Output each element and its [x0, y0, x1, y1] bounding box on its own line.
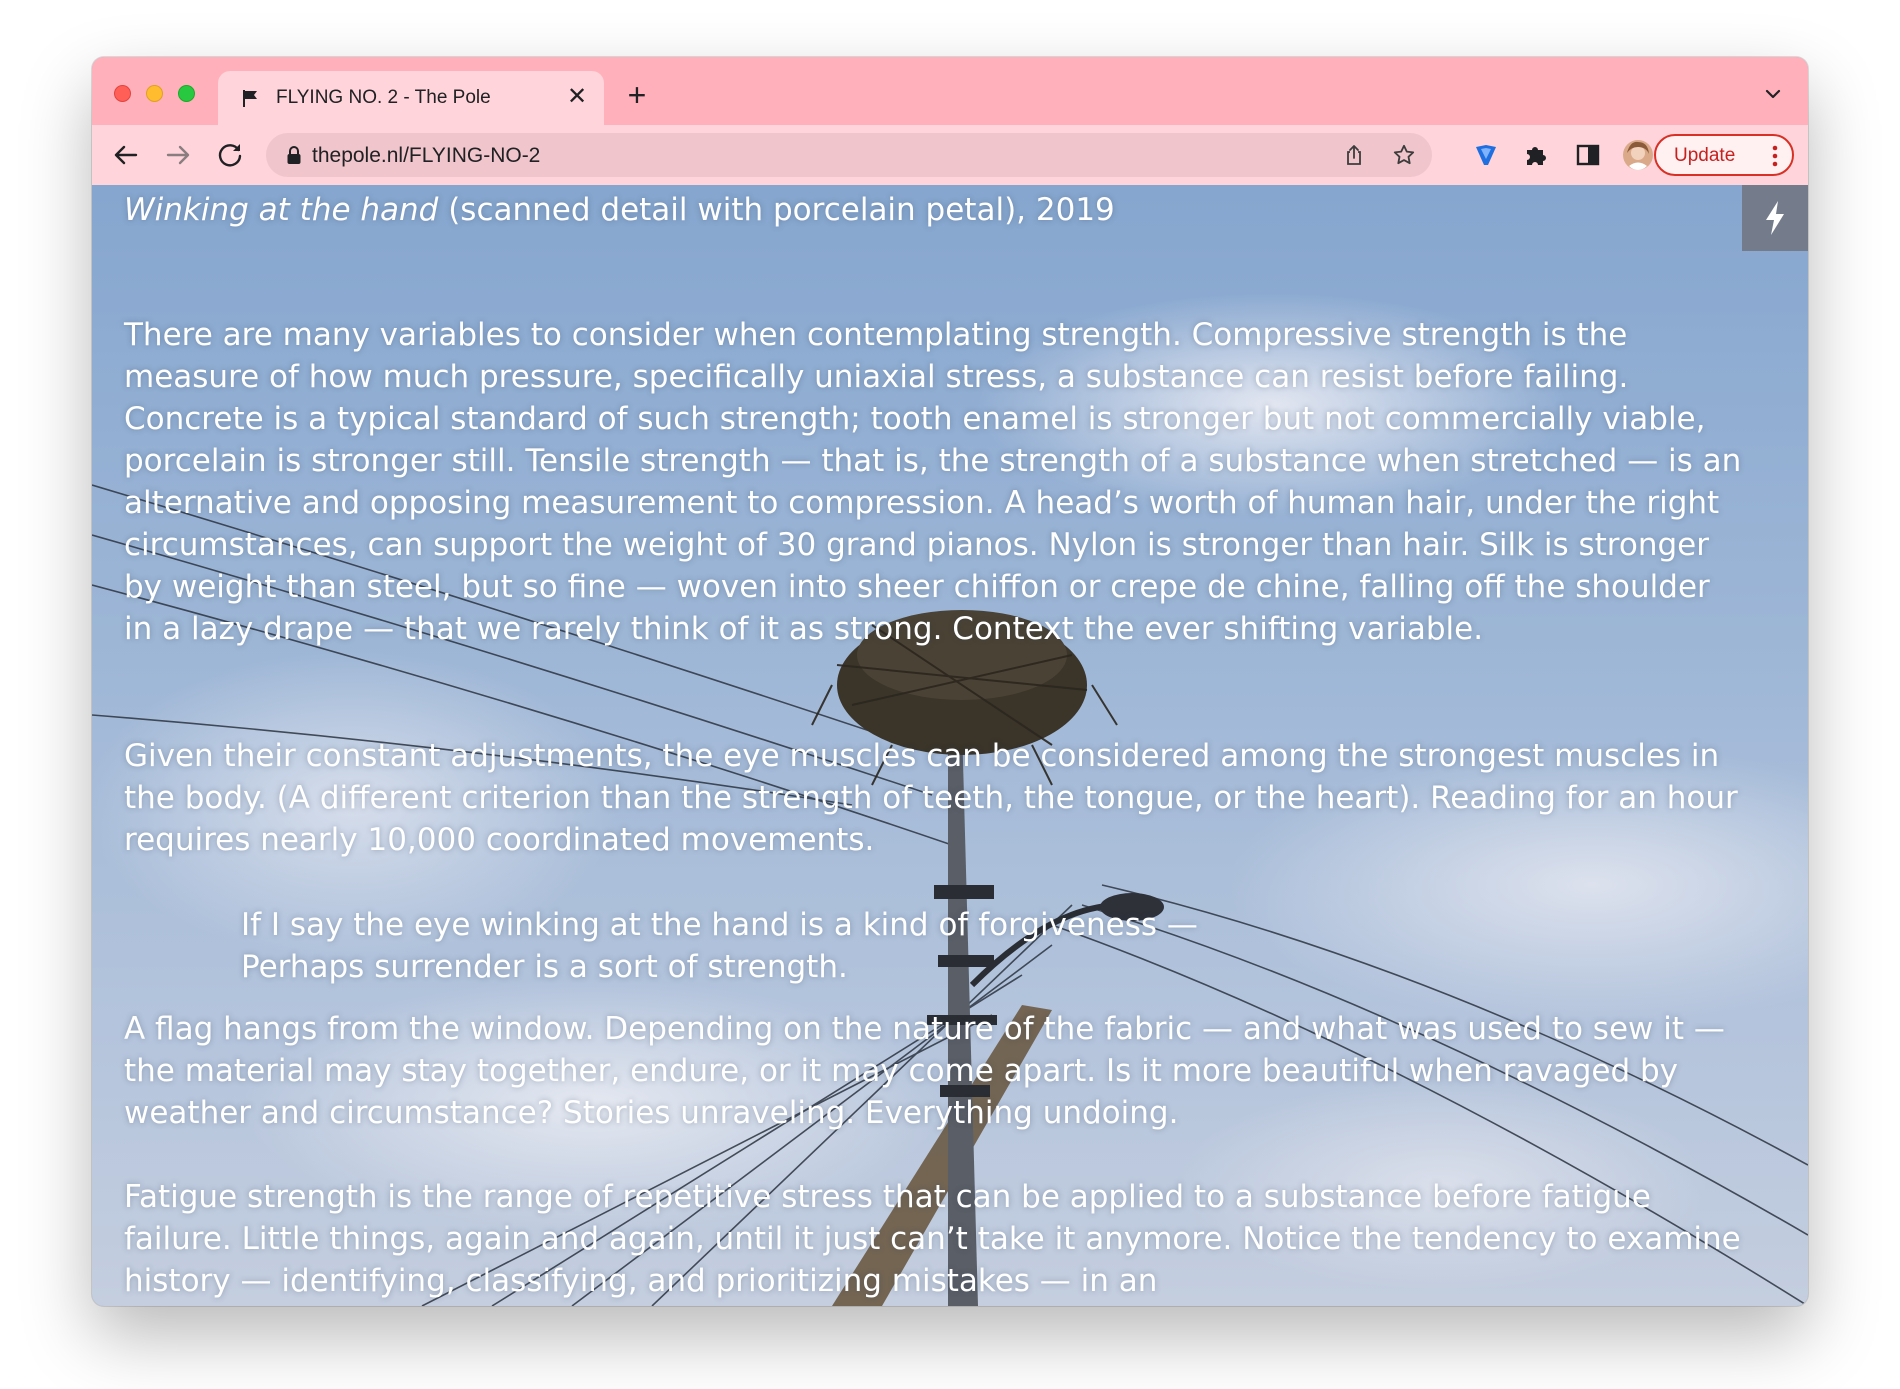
profile-avatar[interactable] — [1622, 139, 1654, 171]
flash-button[interactable] — [1742, 185, 1808, 251]
window-minimize-button[interactable] — [146, 85, 163, 102]
lock-icon[interactable] — [286, 145, 302, 165]
tab-title: FLYING NO. 2 - The Pole — [276, 87, 491, 108]
tab-strip: FLYING NO. 2 - The Pole ✕ + — [92, 57, 1808, 125]
update-button[interactable]: Update — [1654, 134, 1794, 176]
flag-icon — [240, 88, 260, 108]
browser-toolbar: thepole.nl/FLYING-NO-2 Update — [92, 125, 1808, 185]
side-panel-icon[interactable] — [1572, 139, 1604, 171]
extensions-puzzle-icon[interactable] — [1520, 139, 1552, 171]
share-icon[interactable] — [1342, 143, 1366, 167]
quote-line: If I say the eye winking at the hand is … — [241, 907, 1198, 943]
caption-title: Winking at the hand — [124, 192, 439, 228]
window-close-button[interactable] — [114, 85, 131, 102]
bookmark-star-icon[interactable] — [1392, 143, 1416, 167]
tab-close-button[interactable]: ✕ — [564, 84, 590, 110]
image-caption: Winking at the hand (scanned detail with… — [124, 189, 1115, 231]
caption-details: (scanned detail with porcelain petal), 2… — [438, 192, 1115, 228]
more-vertical-icon[interactable] — [1772, 144, 1778, 168]
paragraph-strength: There are many variables to consider whe… — [124, 317, 1742, 647]
paragraph-eye-muscles: Given their constant adjustments, the ey… — [124, 738, 1738, 858]
lightning-icon — [1763, 200, 1787, 241]
update-label: Update — [1674, 145, 1736, 166]
window-zoom-button[interactable] — [178, 85, 195, 102]
paragraph-flag: A flag hangs from the window. Depending … — [124, 1011, 1725, 1131]
extension-shield-icon[interactable] — [1470, 139, 1502, 171]
block-quote: If I say the eye winking at the hand is … — [241, 904, 1198, 988]
page-content: Winking at the hand (scanned detail with… — [92, 185, 1808, 1306]
forward-arrow-icon[interactable] — [162, 139, 194, 171]
reload-icon[interactable] — [214, 139, 246, 171]
url-text[interactable]: thepole.nl/FLYING-NO-2 — [312, 144, 540, 168]
address-bar[interactable]: thepole.nl/FLYING-NO-2 — [266, 133, 1432, 177]
browser-window: FLYING NO. 2 - The Pole ✕ + thepole.nl/F… — [92, 57, 1808, 1306]
new-tab-button[interactable]: + — [620, 79, 654, 113]
back-arrow-icon[interactable] — [110, 139, 142, 171]
paragraph-fatigue: Fatigue strength is the range of repetit… — [124, 1179, 1741, 1299]
tab-search-chevron-icon[interactable] — [1762, 83, 1784, 105]
quote-line: Perhaps surrender is a sort of strength. — [241, 949, 848, 985]
tab-active[interactable]: FLYING NO. 2 - The Pole ✕ — [218, 71, 604, 125]
